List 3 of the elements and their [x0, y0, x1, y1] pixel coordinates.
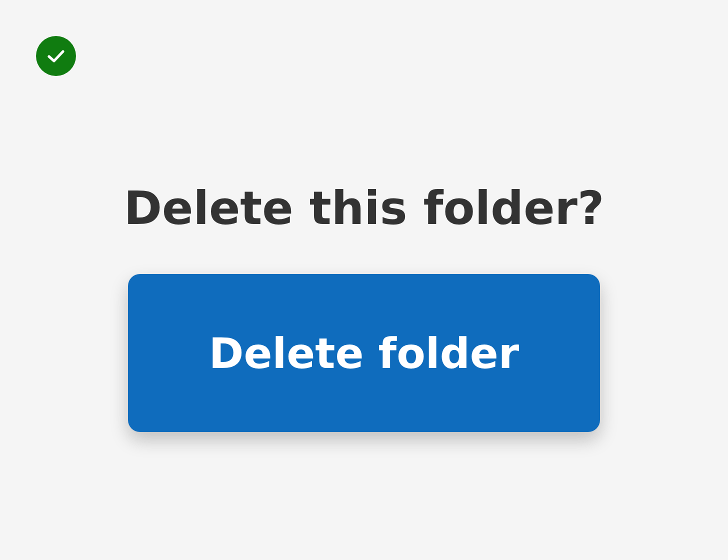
- check-icon: [36, 36, 76, 76]
- dialog-title: Delete this folder?: [124, 180, 604, 237]
- delete-folder-button[interactable]: Delete folder: [128, 274, 600, 432]
